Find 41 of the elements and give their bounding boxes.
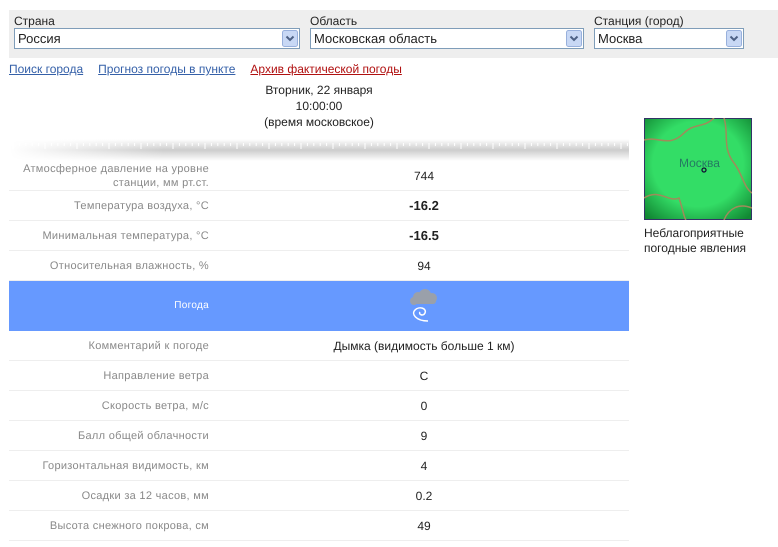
dropdown[interactable]: Москва [594,28,744,49]
map-city-label: Москва [679,155,720,172]
row-label: Балл общей облачности [76,428,209,442]
caret-icon [282,30,298,47]
caret-icon [726,30,742,47]
row-label: Температура воздуха, °С [73,198,209,212]
row-value: 0.2 [416,488,432,502]
row-value: Дымка (видимость больше 1 км) [334,338,514,352]
date-text: 10:00:00 [294,98,344,114]
row-label: Высота снежного покрова, см [48,518,209,532]
row-value: 9 [420,428,428,442]
row-value: С [420,368,428,382]
nav-link[interactable]: Прогноз погоды в пункте [98,62,236,76]
row-value: -16.2 [409,198,439,213]
date-text: (время московское) [263,114,375,130]
row-label: Горизонтальная видимость, км [42,458,209,472]
row-label: Относительная влажность, % [48,258,209,272]
row-label: Осадки за 12 часов, мм [80,488,209,502]
row-label: Комментарий к погоде [88,338,209,352]
row-value: 4 [420,458,428,472]
row-value: 49 [417,518,431,532]
dropdown[interactable]: Московская область [310,28,584,49]
caret-icon [566,30,582,47]
row-label: Направление ветра [102,368,209,382]
dropdown[interactable]: Россия [14,28,300,49]
map-thumbnail[interactable] [644,118,752,220]
nav-link[interactable]: Поиск города [9,62,84,76]
nav-link[interactable]: Архив фактической погоды [250,62,402,76]
row-value: 744 [414,168,434,182]
field-label: Страна [14,14,56,28]
date-text: Вторник, 22 января [264,82,374,98]
row-label: Атмосферное давление на уровне станции, мм рт.ст. [22,162,209,190]
row-label: Минимальная температура, °С [41,228,209,242]
row-label: Погода [173,299,209,313]
row-value: -16.5 [409,228,439,243]
field-label: Станция (город) [594,14,685,28]
row-value: 94 [417,258,431,272]
row-value: 0 [420,398,428,412]
map-caption: Неблагоприятные погодные явления [644,226,748,256]
field-label: Область [310,14,358,28]
row-label: Скорость ветра, м/с [100,398,209,412]
